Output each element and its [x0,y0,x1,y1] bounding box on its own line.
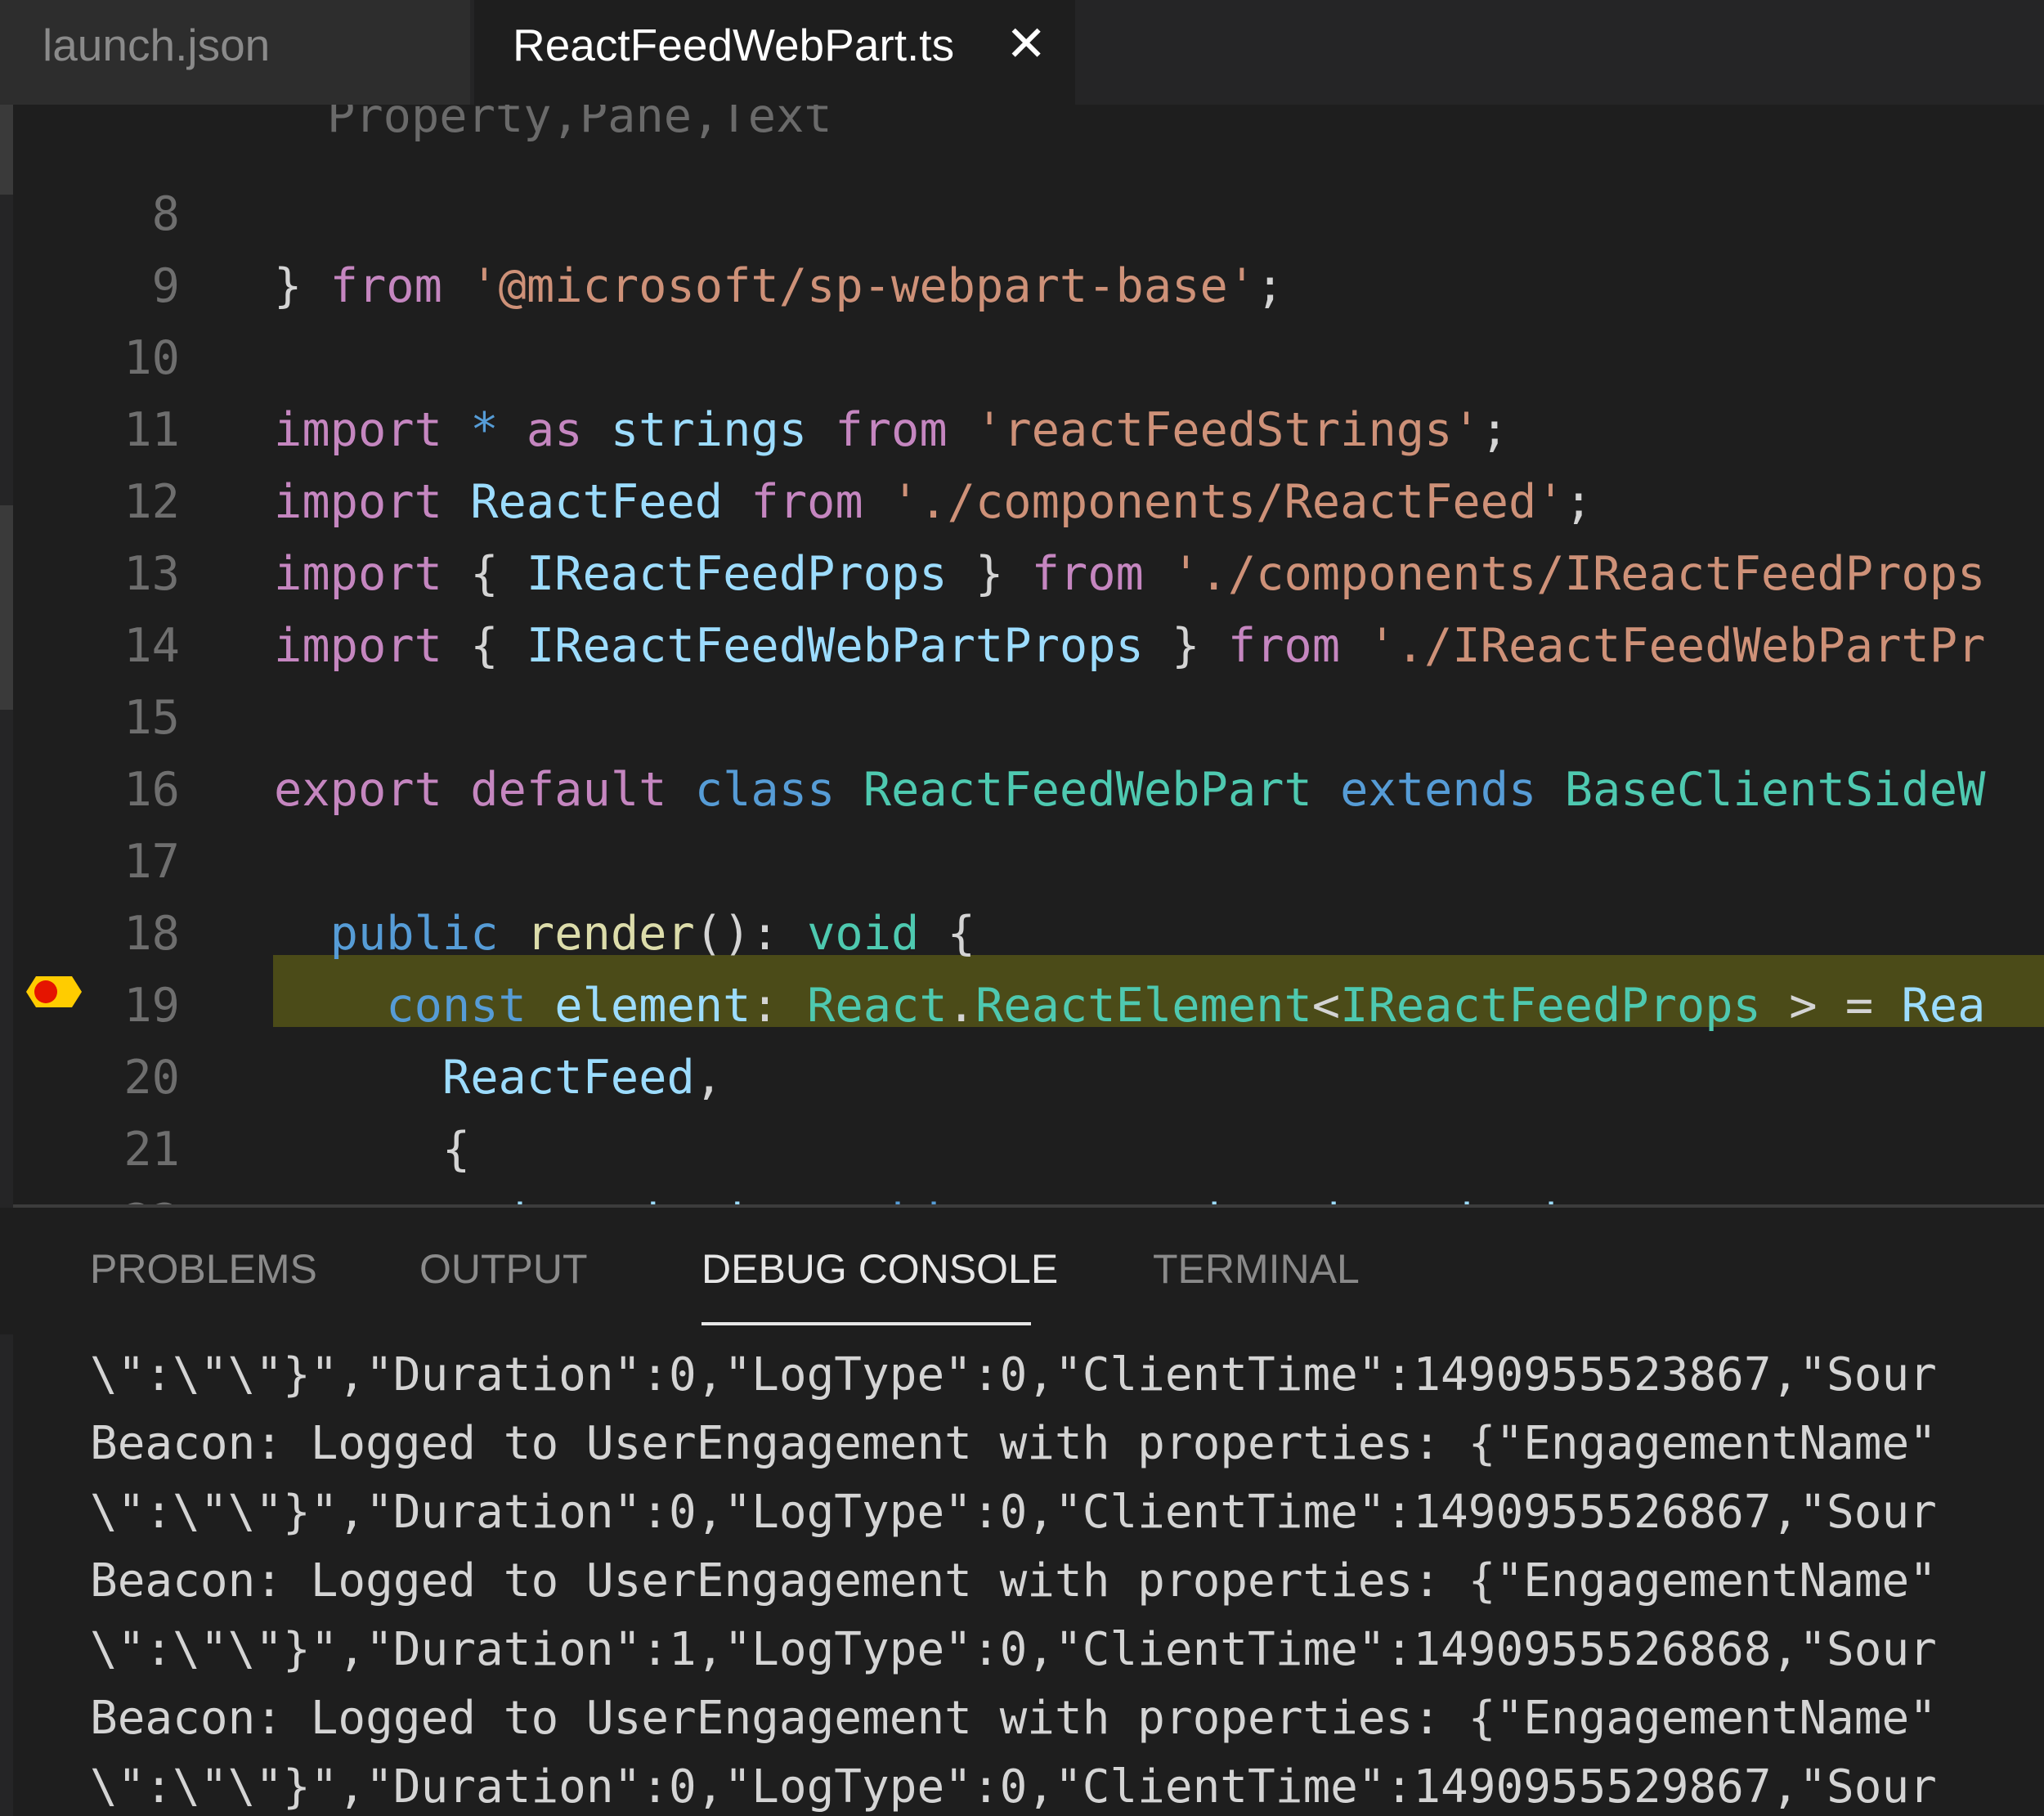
code-line: 21 description: this.properties.descript… [0,1042,2044,1204]
tab-debug-console[interactable]: DEBUG CONSOLE [702,1208,1058,1334]
console-line: \":\"\"}","Duration":1,"LogType":0,"Clie… [90,1623,1937,1676]
console-line: Beacon: Logged to UserEngagement with pr… [90,1692,1937,1745]
code-line: 11 import ReactFeed from './components/R… [0,322,2044,529]
tab-label: ReactFeedWebPart.ts [513,20,955,70]
panel-tab-bar: PROBLEMS OUTPUT DEBUG CONSOLE TERMINAL [0,1208,2044,1334]
code-line: 8 } from '@microsoft/sp-webpart-base'; [0,106,2044,313]
tab-terminal[interactable]: TERMINAL [1153,1208,1360,1334]
code-line: 16 [0,682,2044,817]
tab-output[interactable]: OUTPUT [419,1208,588,1334]
code-line-breakpoint: 18 const element: React.ReactElement<IRe… [0,826,2044,1033]
code-line: 19 ReactFeed, [0,898,2044,1105]
code-line: 13 import { IReactFeedWebPartProps } fro… [0,466,2044,673]
line-number: 22 [74,1186,180,1204]
tab-problems[interactable]: PROBLEMS [90,1208,317,1334]
code-line: 12 import { IReactFeedProps } from './co… [0,394,2044,601]
code-line: 20 { [0,970,2044,1177]
tab-launch-json[interactable]: launch.json [0,0,470,105]
console-line: \":\"\"}","Duration":0,"LogType":0,"Clie… [90,1486,1937,1539]
tab-reactfeedwebpart-ts[interactable]: ReactFeedWebPart.ts ✕ [474,0,1075,105]
code-line: 10 import * as strings from 'reactFeedSt… [0,250,2044,457]
console-line: \":\"\"}","Duration":0,"LogType":0,"Clie… [90,1348,1937,1401]
code-line: 15 export default class ReactFeedWebPart… [0,610,2044,817]
console-line: \":\"\"}","Duration":0,"LogType":0,"Clie… [90,1760,1937,1814]
console-line: Beacon: Logged to UserEngagement with pr… [90,1554,1937,1607]
code-line: 17 public render(): void { [0,754,2044,961]
code-line: 22 } [0,1114,2044,1204]
code-line: 14 [0,538,2044,673]
editor-tab-bar: launch.json ReactFeedWebPart.ts ✕ [0,0,2044,105]
code-editor[interactable]: Property,Pane,Text 8 } from '@microsoft/… [0,105,2044,1204]
active-tab-indicator [702,1322,1031,1325]
console-line: Beacon: Logged to UserEngagement with pr… [90,1417,1937,1470]
line-code: description: this.properties.description [274,1186,1621,1204]
code-line: 9 [0,178,2044,313]
debug-console-output[interactable]: \":\"\"}","Duration":0,"LogType":0,"Clie… [0,1334,2044,1816]
tab-label: launch.json [43,20,271,70]
close-icon[interactable]: ✕ [1006,0,1047,88]
